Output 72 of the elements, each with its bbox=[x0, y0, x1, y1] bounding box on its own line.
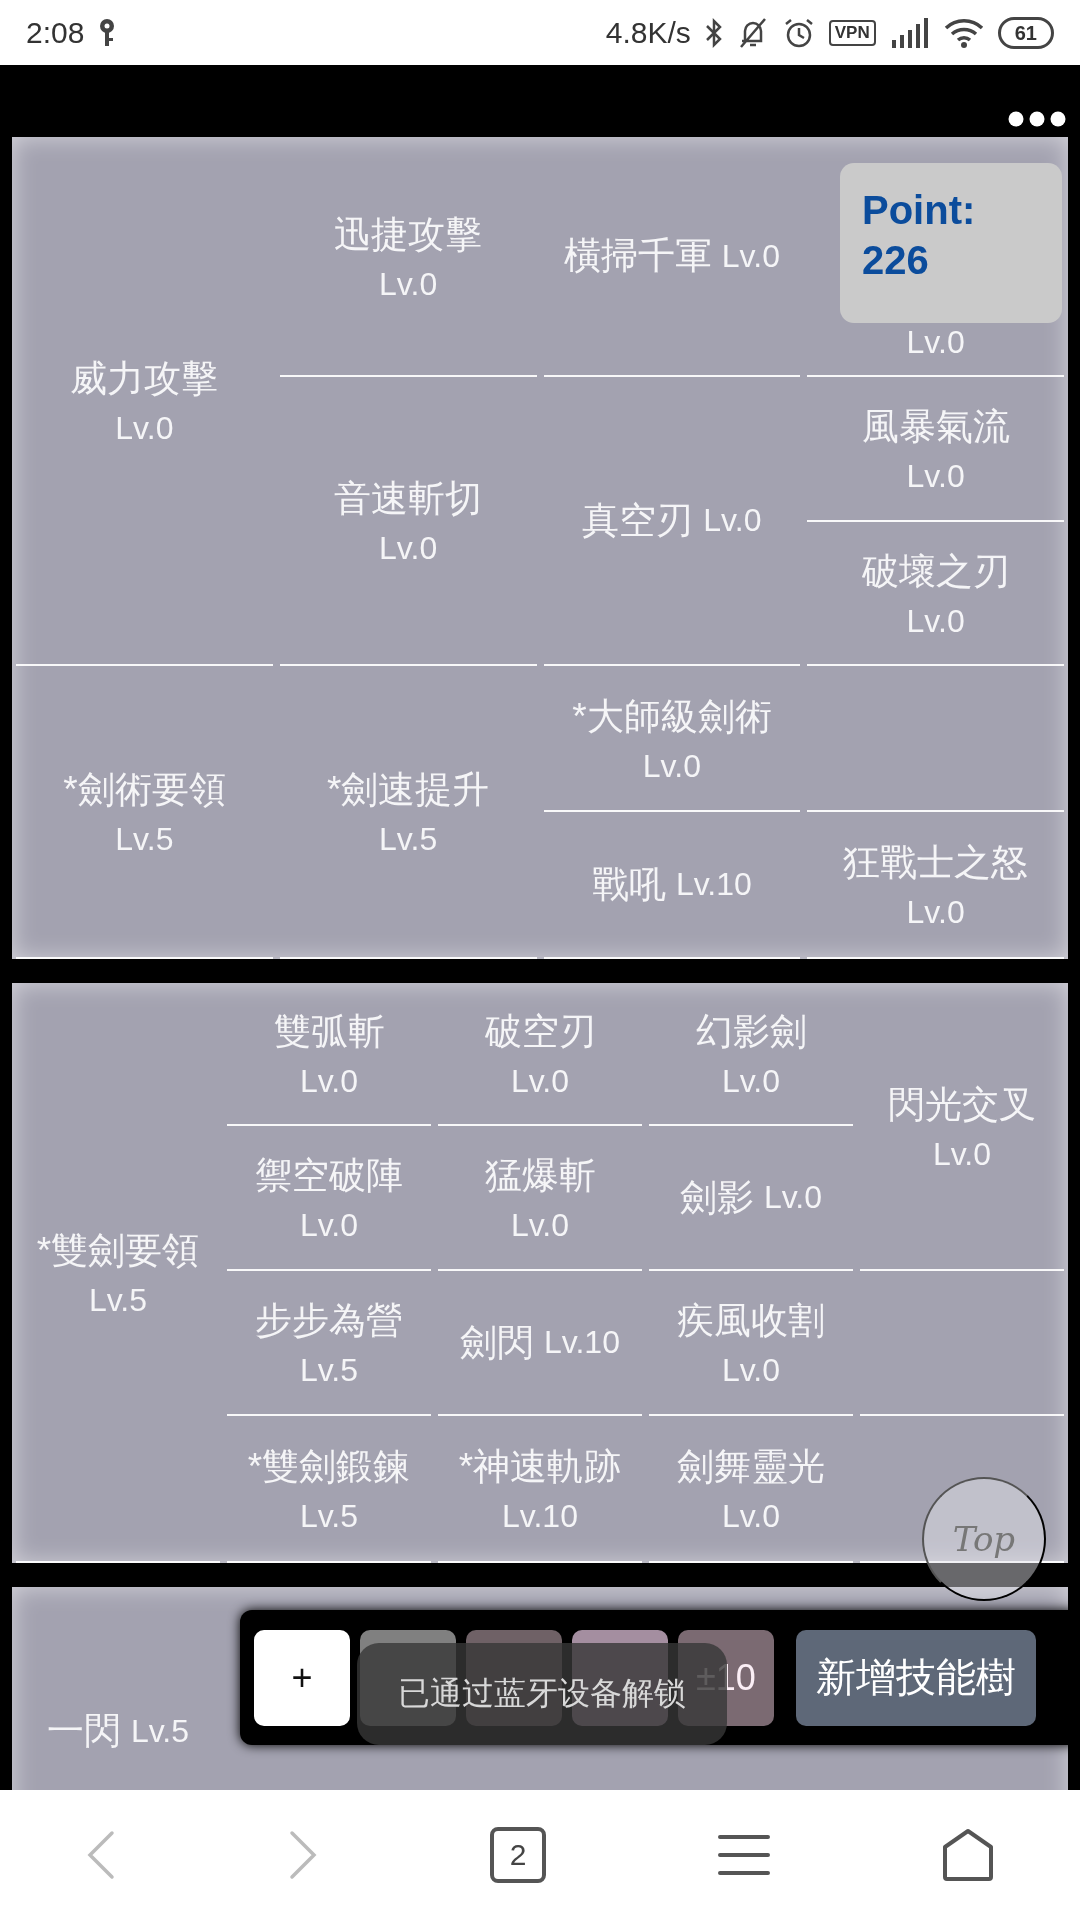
signal-icon bbox=[889, 17, 930, 48]
skill-level: Lv.5 bbox=[88, 1281, 148, 1319]
skill-level: Lv.0 bbox=[642, 747, 701, 785]
skill-name[interactable]: 破壞之刃 bbox=[861, 546, 1010, 597]
skill-level: Lv.0 bbox=[115, 410, 174, 447]
skill-level: Lv.10 bbox=[502, 1498, 578, 1535]
skill-level: Lv.5 bbox=[299, 1352, 359, 1389]
skill-name[interactable]: 狂戰士之怒 bbox=[843, 838, 1029, 888]
skill-name[interactable]: *大師級劍術 bbox=[572, 691, 772, 742]
skill-name[interactable]: 猛爆斬 bbox=[484, 1151, 596, 1201]
skill-name[interactable]: *劍術要領 bbox=[63, 765, 226, 815]
skill-name[interactable]: 迅捷攻擊 bbox=[334, 209, 483, 260]
menu-icon[interactable] bbox=[718, 1834, 770, 1876]
skill-name[interactable]: *神速軌跡 bbox=[458, 1442, 622, 1492]
bluetooth-icon bbox=[704, 16, 723, 49]
skill-level: Lv.0 bbox=[299, 1207, 359, 1244]
skill-level: Lv.0 bbox=[932, 1135, 992, 1173]
skill-name[interactable]: 風暴氣流 bbox=[861, 402, 1010, 452]
skill-name[interactable]: 劍影 bbox=[679, 1172, 754, 1223]
vpn-indicator: VPN bbox=[828, 19, 876, 46]
clock-time: 2:08 bbox=[26, 15, 85, 50]
skill-level: Lv.0 bbox=[763, 1179, 823, 1216]
skill-level: Lv.0 bbox=[721, 1352, 781, 1389]
skill-name[interactable]: 一閃 bbox=[46, 1706, 121, 1756]
skill-name[interactable]: *雙劍鍛鍊 bbox=[247, 1442, 411, 1492]
adjust-button[interactable]: + bbox=[254, 1629, 350, 1726]
battery-indicator: 61 bbox=[997, 16, 1054, 49]
skill-name[interactable]: 雙弧斬 bbox=[273, 1007, 385, 1057]
skill-level: Lv.5 bbox=[130, 1712, 190, 1750]
skill-name[interactable]: 禦空破陣 bbox=[255, 1151, 403, 1201]
skill-level: Lv.0 bbox=[721, 237, 780, 275]
skill-name[interactable]: *劍速提升 bbox=[326, 765, 490, 815]
network-speed: 4.8K/s bbox=[605, 15, 691, 50]
scroll-top-button[interactable]: Top bbox=[922, 1477, 1046, 1601]
more-icon[interactable] bbox=[1008, 111, 1066, 127]
skill-name[interactable]: *雙劍要領 bbox=[36, 1225, 200, 1276]
skill-name[interactable]: 劍閃 bbox=[460, 1317, 535, 1368]
skill-name[interactable]: 橫掃千軍 bbox=[563, 231, 712, 281]
skill-level: Lv.0 bbox=[510, 1063, 570, 1100]
skill-level: Lv.10 bbox=[544, 1324, 620, 1361]
skill-level: Lv.5 bbox=[379, 821, 438, 858]
skill-name[interactable]: 音速斬切 bbox=[334, 474, 483, 524]
skill-name[interactable]: 閃光交叉 bbox=[888, 1079, 1036, 1130]
skill-name[interactable]: 幻影劍 bbox=[695, 1007, 807, 1057]
skill-level: Lv.5 bbox=[115, 821, 174, 858]
skill-level: Lv.0 bbox=[721, 1063, 781, 1100]
skill-name[interactable]: 戰吼 bbox=[591, 859, 666, 910]
skill-name[interactable]: 步步為營 bbox=[255, 1296, 403, 1346]
skill-level: Lv.0 bbox=[721, 1498, 781, 1535]
skill-level: Lv.10 bbox=[675, 866, 752, 903]
points-value: 226 bbox=[862, 237, 930, 284]
tabs-button[interactable]: 2 bbox=[490, 1827, 546, 1883]
skill-level: Lv.0 bbox=[510, 1207, 570, 1244]
skill-level: Lv.0 bbox=[906, 894, 965, 931]
points-label: Point: bbox=[862, 187, 977, 234]
wifi-icon bbox=[943, 17, 984, 48]
skill-level: Lv.5 bbox=[299, 1498, 359, 1535]
skill-level: Lv.0 bbox=[906, 602, 965, 640]
skill-level: Lv.0 bbox=[299, 1063, 359, 1100]
skill-name[interactable]: 威力攻擊 bbox=[70, 354, 219, 404]
skill-name[interactable]: 疾風收割 bbox=[677, 1296, 825, 1346]
skill-level: Lv.0 bbox=[906, 458, 965, 495]
skill-level: Lv.0 bbox=[379, 265, 438, 303]
skill-name[interactable]: 劍舞靈光 bbox=[677, 1442, 825, 1492]
key-icon bbox=[98, 17, 117, 48]
skill-level: Lv.0 bbox=[906, 324, 965, 361]
add-tree-button[interactable]: 新增技能樹 bbox=[796, 1629, 1036, 1726]
skill-level: Lv.0 bbox=[703, 502, 762, 539]
skill-name[interactable]: 真空刃 bbox=[582, 495, 694, 546]
skill-name[interactable]: 破空刃 bbox=[484, 1007, 596, 1057]
home-icon[interactable] bbox=[942, 1829, 994, 1881]
skill-level: Lv.0 bbox=[379, 530, 438, 567]
